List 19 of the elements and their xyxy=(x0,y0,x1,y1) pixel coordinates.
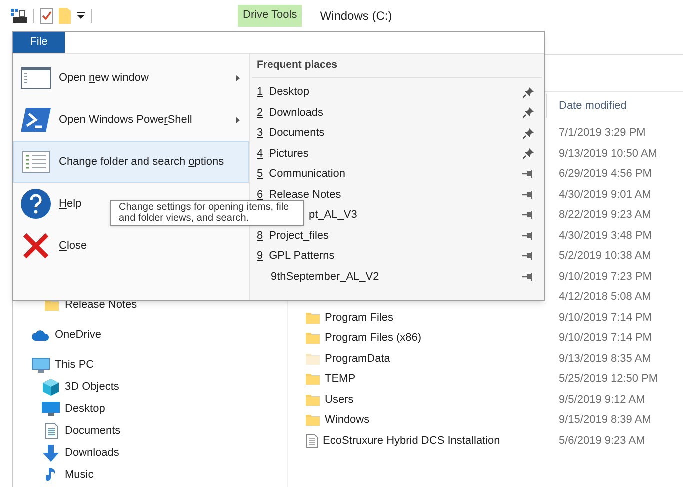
date-cell-text: 9/5/2019 9:12 AM xyxy=(558,392,646,408)
date-cell-text: 9/10/2019 7:14 PM xyxy=(558,310,652,326)
date-cell-text: 6/29/2019 4:56 PM xyxy=(558,167,652,182)
date-cell-text: 8/22/2019 9:23 AM xyxy=(558,208,652,223)
tooltip: Change settings for opening items, file and folder views, and search. xyxy=(110,200,304,226)
date-cell-text: 9/13/2019 8:35 AM xyxy=(558,352,652,366)
date-cell-text: 9/10/2019 7:14 PM xyxy=(558,331,652,346)
date-cell-text: 5/25/2019 12:50 PM xyxy=(558,372,658,387)
date-cell-text: 4/30/2019 9:01 AM xyxy=(558,188,652,202)
frequent-places-heading: Frequent places xyxy=(257,58,338,73)
date-cell-text: 9/13/2019 10:50 AM xyxy=(558,146,658,162)
date-cell-text: 4/12/2018 5:08 AM xyxy=(558,290,652,305)
date-cell-text: 4/30/2019 3:48 PM xyxy=(558,228,652,244)
date-cell-text: 5/2/2019 10:38 AM xyxy=(558,249,652,264)
window-title: Windows (C:) xyxy=(320,8,392,24)
date-cell-text: 5/6/2019 9:23 AM xyxy=(558,434,646,448)
date-cell-text: 7/1/2019 3:29 PM xyxy=(558,126,646,141)
date-cell-text: 9/10/2019 7:23 PM xyxy=(558,270,652,284)
date-cell-text: 9/15/2019 8:39 AM xyxy=(558,413,652,428)
